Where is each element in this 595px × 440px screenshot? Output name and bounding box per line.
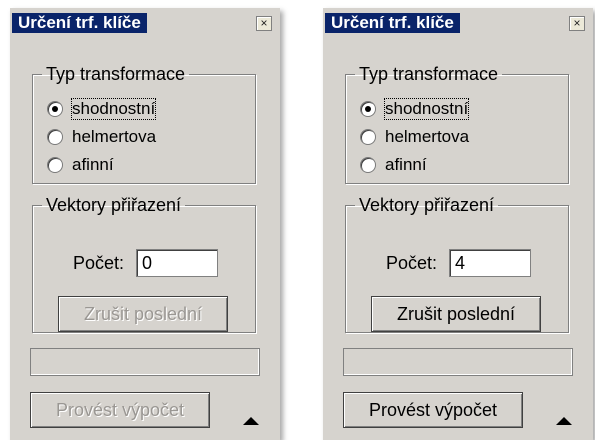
radio-label: shodnostní: [70, 98, 157, 120]
radio-label: afinní: [385, 155, 427, 174]
assignment-vectors-group: Vektory přiřazení Počet: Zrušit poslední: [32, 195, 256, 333]
radio-unchecked-icon[interactable]: [360, 157, 376, 173]
transform-key-dialog-left: Určení trf. klíče × Typ transformace sho…: [10, 8, 280, 440]
transform-type-legend: Typ transformace: [359, 64, 499, 84]
radio-checked-icon[interactable]: [47, 101, 63, 117]
compute-button[interactable]: Provést výpočet: [343, 392, 523, 428]
radio-option-shodnostni[interactable]: shodnostní: [47, 97, 157, 121]
radio-label: helmertova: [72, 127, 157, 146]
radio-unchecked-icon[interactable]: [47, 129, 63, 145]
up-arrow-icon[interactable]: [243, 417, 259, 425]
count-field[interactable]: [136, 249, 219, 277]
radio-unchecked-icon[interactable]: [47, 157, 63, 173]
dialog-title: Určení trf. klíče: [12, 13, 147, 33]
count-label: Počet:: [386, 252, 438, 273]
radio-label: helmertova: [385, 127, 470, 146]
radio-label: afinní: [72, 155, 114, 174]
close-icon[interactable]: ×: [256, 16, 272, 31]
assignment-vectors-legend: Vektory přiřazení: [359, 195, 495, 215]
cancel-last-button[interactable]: Zrušit poslední: [58, 296, 228, 332]
status-bar: [343, 348, 573, 376]
title-bar[interactable]: Určení trf. klíče ×: [10, 8, 280, 38]
radio-option-helmertova[interactable]: helmertova: [360, 125, 469, 149]
close-icon[interactable]: ×: [569, 16, 585, 31]
transform-type-group: Typ transformace shodnostní helmertova a…: [32, 64, 256, 184]
compute-button[interactable]: Provést výpočet: [30, 392, 210, 428]
radio-checked-icon[interactable]: [360, 101, 376, 117]
radio-option-shodnostni[interactable]: shodnostní: [360, 97, 470, 121]
radio-option-afinni[interactable]: afinní: [360, 153, 427, 177]
up-arrow-icon[interactable]: [556, 417, 572, 425]
radio-label: shodnostní: [383, 98, 470, 120]
dialog-title: Určení trf. klíče: [325, 13, 460, 33]
count-row: Počet:: [73, 248, 219, 278]
count-field[interactable]: [449, 249, 532, 277]
assignment-vectors-group: Vektory přiřazení Počet: Zrušit poslední: [345, 195, 569, 333]
title-bar[interactable]: Určení trf. klíče ×: [323, 8, 593, 38]
transform-key-dialog-right: Určení trf. klíče × Typ transformace sho…: [323, 8, 593, 440]
assignment-vectors-legend: Vektory přiřazení: [46, 195, 182, 215]
status-bar: [30, 348, 260, 376]
cancel-last-button[interactable]: Zrušit poslední: [371, 296, 541, 332]
radio-option-afinni[interactable]: afinní: [47, 153, 114, 177]
radio-unchecked-icon[interactable]: [360, 129, 376, 145]
count-label: Počet:: [73, 252, 125, 273]
transform-type-group: Typ transformace shodnostní helmertova a…: [345, 64, 569, 184]
radio-option-helmertova[interactable]: helmertova: [47, 125, 156, 149]
transform-type-legend: Typ transformace: [46, 64, 186, 84]
count-row: Počet:: [386, 248, 532, 278]
